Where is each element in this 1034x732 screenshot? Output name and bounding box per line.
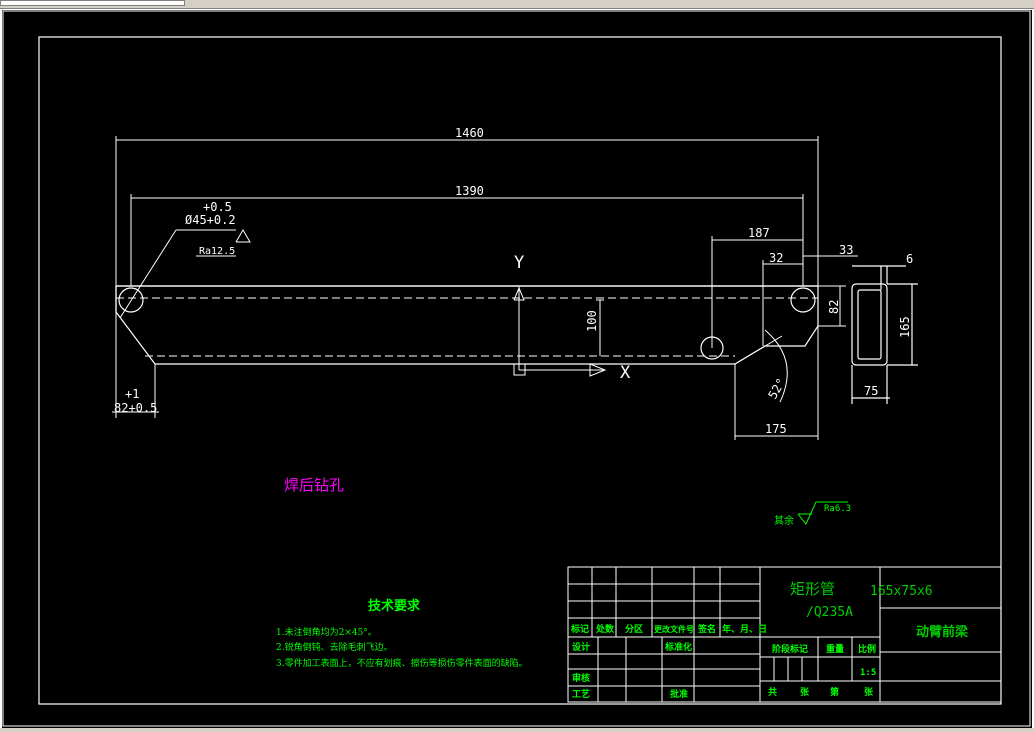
dim-angle: 52° [765,376,788,402]
label-page: 第 [830,686,839,698]
dim-left-tol-top: +1 [125,387,139,401]
scale-value: 1:5 [860,668,876,678]
label-date: 年、月、日 [722,623,767,635]
dim-tol-upper: +0.5 [203,200,232,214]
dim-187: 187 [748,226,770,240]
material-grade: /Q235A [806,605,853,620]
label-review: 审核 [572,672,590,684]
dimension-lines [112,136,858,440]
tech-item-2: 2.锐角倒钝、去除毛刺飞边。 [276,641,393,653]
section-dim-165: 165 [898,316,912,338]
dim-175: 175 [765,422,787,436]
drawing-svg: 1460 1390 +0.5 Ø45+0.2 Ra12.5 +1 82+0.5 … [2,10,1031,727]
tech-item-3: 3.零件加工表面上，不应有划痕、擦伤等损伤零件表面的缺陷。 [276,657,528,669]
cad-viewport[interactable]: 1460 1390 +0.5 Ø45+0.2 Ra12.5 +1 82+0.5 … [0,0,1034,732]
label-count: 处数 [595,623,615,635]
label-sheets: 张 [800,686,810,698]
dim-hole-diameter: Ø45+0.2 [185,213,236,227]
material-name: 矩形管 [790,580,835,598]
label-mark: 标记 [570,623,589,635]
roughness-hole: Ra12.5 [199,246,235,257]
label-process: 工艺 [572,688,590,700]
dim-hole-spacing: 1390 [455,184,484,198]
dim-32: 32 [769,251,783,265]
part-name: 动臂前梁 [916,624,969,640]
hidden-lines [116,297,818,357]
label-standardize: 标准化 [664,641,692,653]
material-spec: 165x75x6 [870,584,933,599]
dim-82: 82 [827,300,841,314]
section-dim-75: 75 [864,384,878,398]
dim-offset-100: 100 [585,310,599,332]
surface-ra-value: Ra6.3 [824,504,851,514]
label-sheet-word: 张 [864,686,874,698]
section-dim-6: 6 [906,252,913,266]
axis-x-label: X [620,363,631,383]
outer-border [2,10,1031,727]
label-approve: 批准 [670,688,688,700]
right-hole [790,287,816,313]
dim-left-tol-bottom: 82+0.5 [114,401,157,415]
label-design: 设计 [572,641,590,653]
label-ratio: 比例 [858,643,876,655]
dim-33: 33 [839,243,853,257]
label-stage-mark: 阶段标记 [772,643,808,655]
surface-other-label: 其余 [774,514,794,527]
label-zone: 分区 [625,623,643,635]
label-sign: 签名 [697,623,716,635]
label-change-doc: 更改文件号 [654,624,694,634]
axis-y-label: Y [514,253,524,273]
tech-item-1: 1.未注倒角均为2×45°。 [276,626,377,638]
label-total: 共 [768,686,777,698]
tech-requirements-title: 技术要求 [368,598,421,614]
weld-note: 焊后钻孔 [284,476,344,494]
label-weight: 重量 [826,643,844,655]
dim-overall-length: 1460 [455,126,484,140]
